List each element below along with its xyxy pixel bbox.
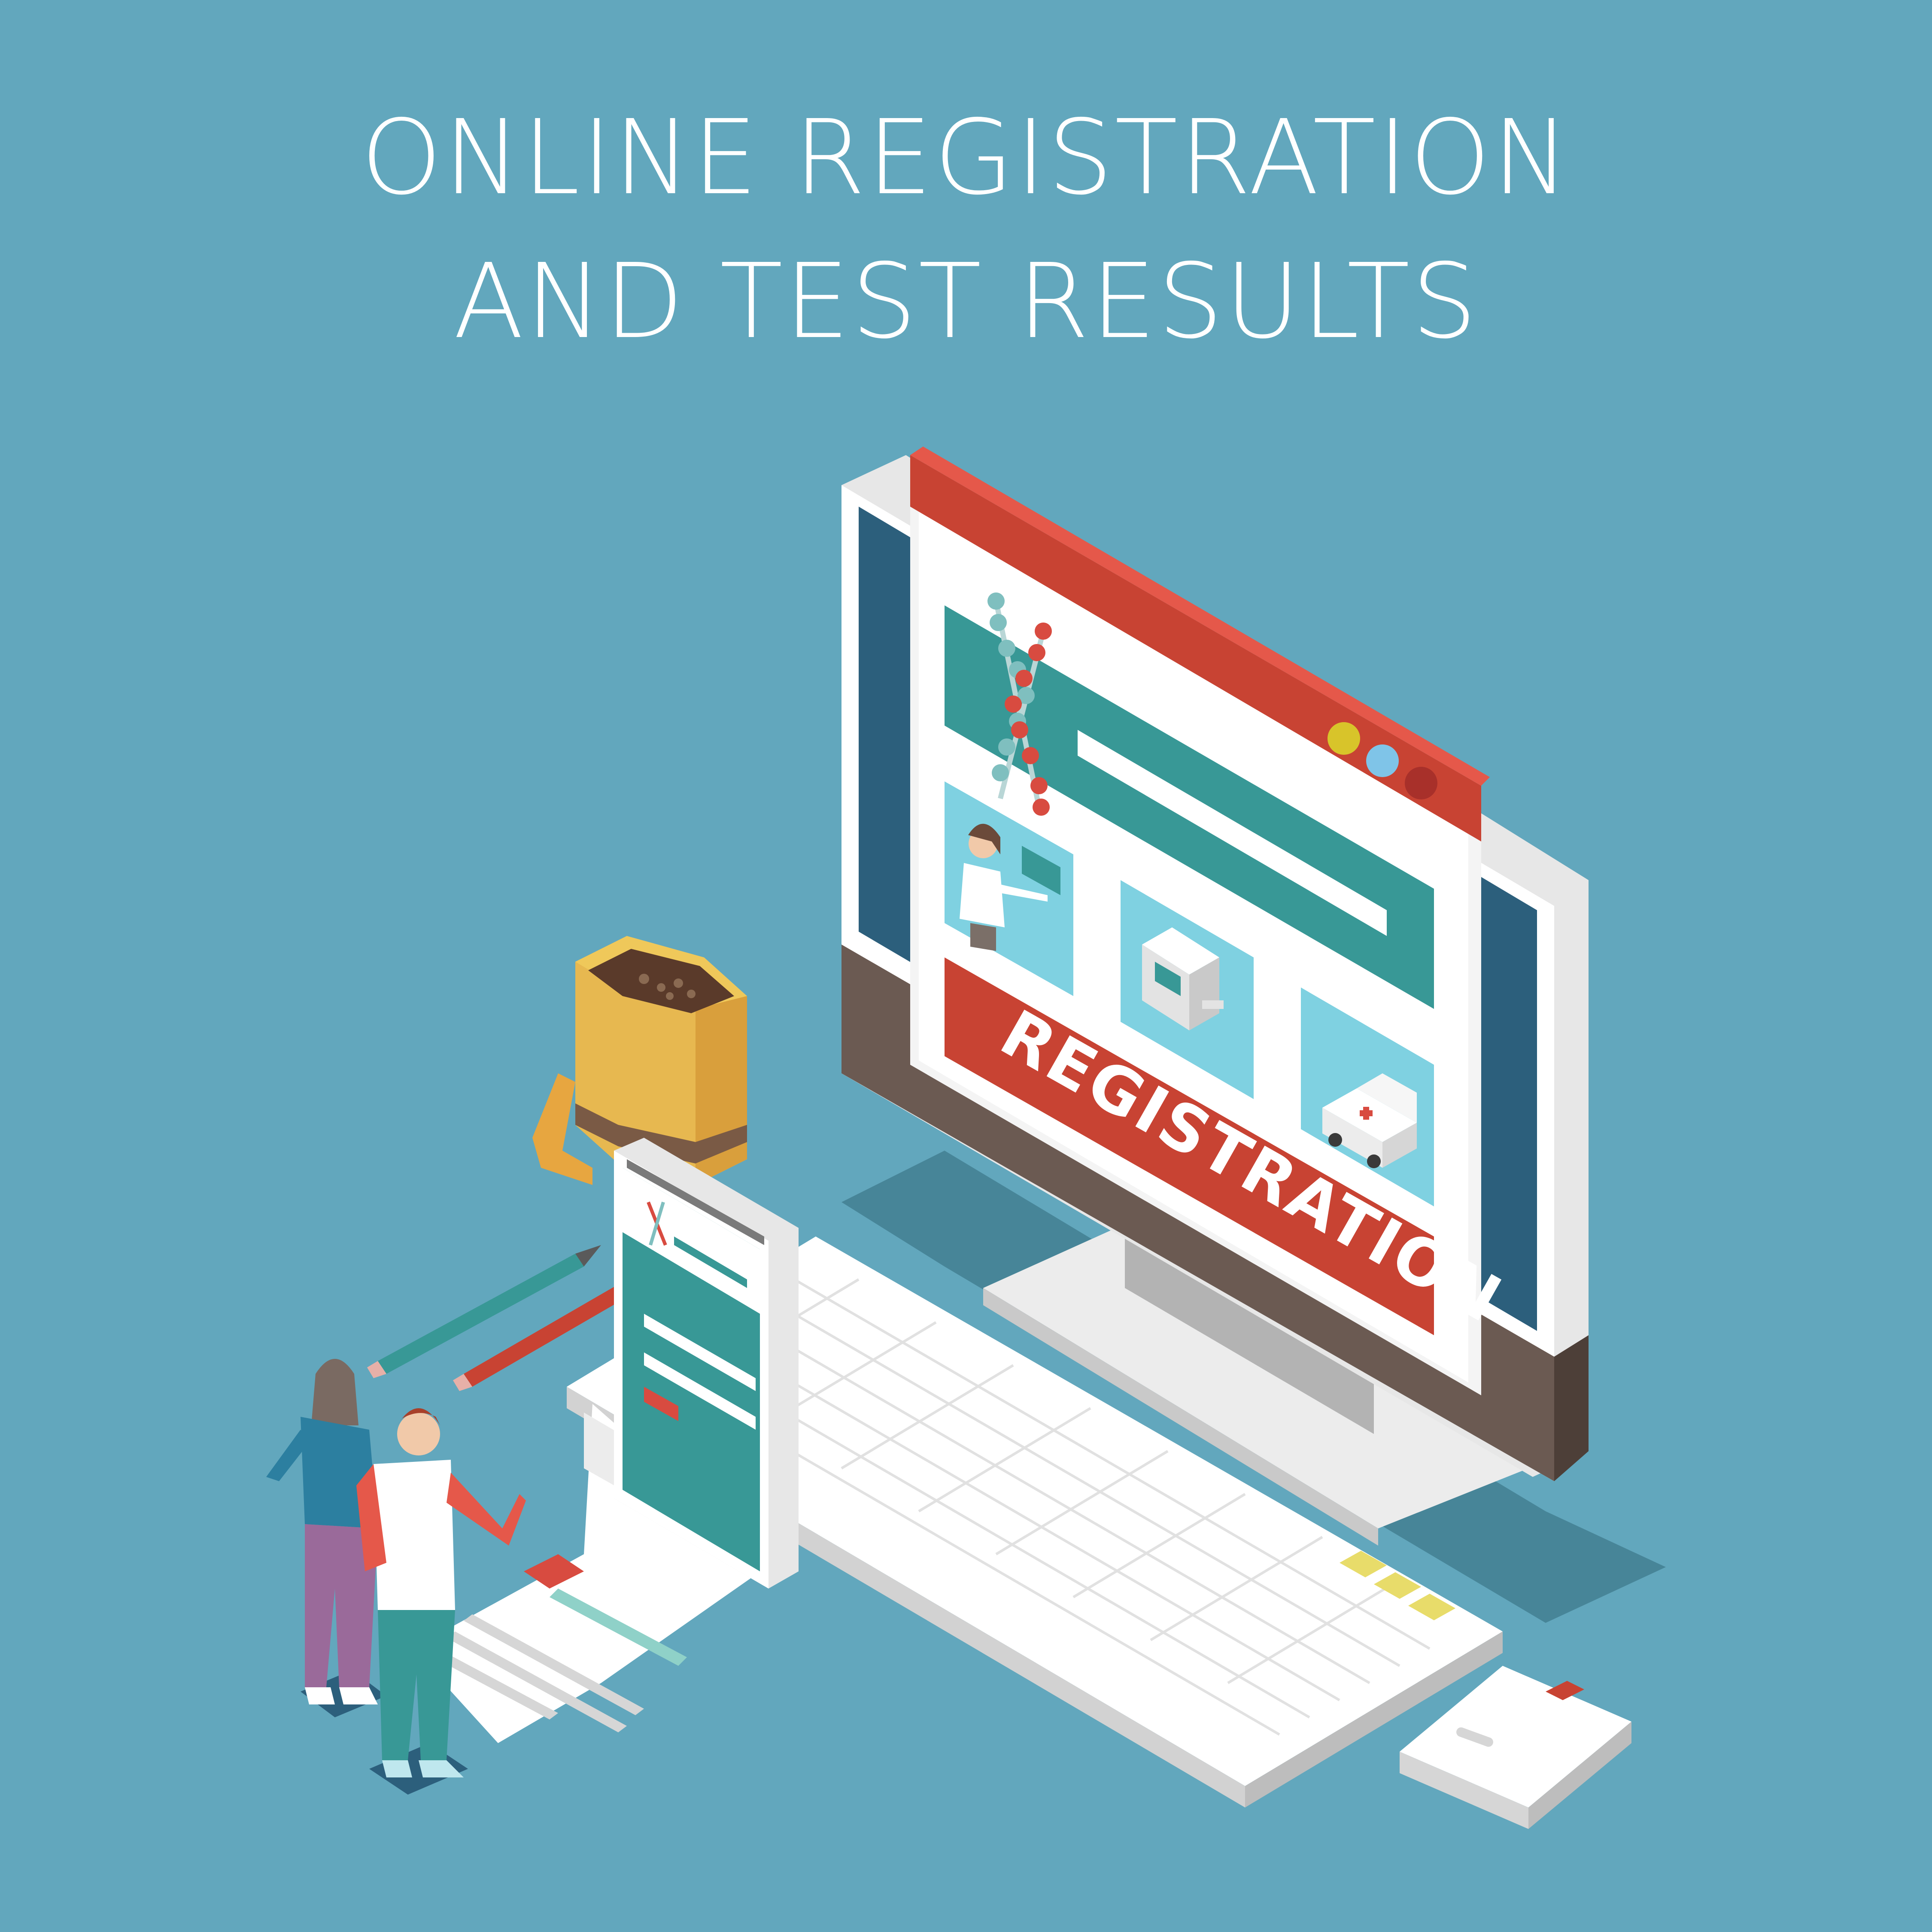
isometric-scene: REGISTRATION [266,447,1666,1829]
window-control-red-icon[interactable] [1405,767,1437,799]
window-control-yellow-icon[interactable] [1327,722,1360,755]
window-control-blue-icon[interactable] [1366,744,1399,777]
pencil-icon [367,1245,635,1391]
illustration-stage: ONLINE REGISTRATION AND TEST RESULTS REG… [0,0,1932,1932]
